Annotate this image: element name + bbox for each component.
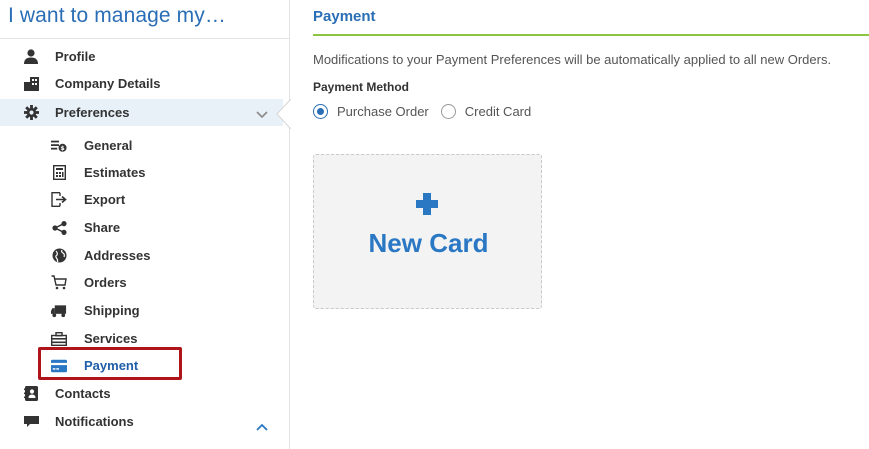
export-icon bbox=[51, 192, 67, 208]
address-book-icon bbox=[23, 386, 39, 402]
share-icon bbox=[51, 220, 67, 236]
sidebar-item-addresses[interactable]: Addresses bbox=[0, 242, 290, 269]
radio-purchase-order[interactable] bbox=[313, 104, 328, 119]
sidebar-item-label: Contacts bbox=[55, 386, 111, 401]
sidebar-item-label: Export bbox=[84, 192, 126, 207]
sidebar-divider bbox=[0, 38, 290, 39]
plus-icon bbox=[416, 193, 438, 215]
globe-icon bbox=[51, 248, 67, 264]
payment-method-label: Payment Method bbox=[313, 80, 410, 94]
sidebar-item-preferences[interactable]: Preferences bbox=[0, 99, 283, 126]
sidebar: I want to manage my… Profile Company Det… bbox=[0, 0, 291, 449]
sidebar-item-label: Services bbox=[84, 331, 138, 346]
chevron-down-icon[interactable] bbox=[256, 107, 268, 122]
sidebar-item-label: Notifications bbox=[55, 414, 134, 429]
cart-icon bbox=[51, 275, 67, 291]
sidebar-item-export[interactable]: Export bbox=[0, 186, 290, 213]
radio-label-purchase-order[interactable]: Purchase Order bbox=[337, 104, 429, 119]
sidebar-item-label: Shipping bbox=[84, 303, 140, 318]
sidebar-item-label: Profile bbox=[55, 49, 96, 64]
active-pointer-notch bbox=[276, 99, 291, 129]
main-content: Payment Modifications to your Payment Pr… bbox=[313, 0, 869, 449]
sidebar-item-estimates[interactable]: Estimates bbox=[0, 159, 290, 186]
comment-icon bbox=[23, 414, 39, 430]
sidebar-item-label: Addresses bbox=[84, 248, 151, 263]
info-text: Modifications to your Payment Preference… bbox=[313, 52, 832, 67]
sidebar-item-label: Estimates bbox=[84, 165, 146, 180]
user-icon bbox=[23, 49, 39, 65]
radio-label-credit-card[interactable]: Credit Card bbox=[465, 104, 531, 119]
chevron-up-icon[interactable] bbox=[256, 419, 268, 434]
sidebar-item-label: Orders bbox=[84, 275, 127, 290]
sidebar-item-label: Share bbox=[84, 220, 121, 235]
radio-credit-card[interactable] bbox=[440, 104, 456, 119]
building-icon bbox=[23, 76, 39, 92]
sidebar-item-notifications[interactable]: Notifications bbox=[0, 408, 290, 435]
sidebar-item-orders[interactable]: Orders bbox=[0, 269, 290, 296]
sidebar-item-general[interactable]: $ General bbox=[0, 132, 290, 159]
sidebar-item-contacts[interactable]: Contacts bbox=[0, 380, 290, 407]
svg-text:$: $ bbox=[60, 145, 64, 152]
new-card-label: New Card bbox=[368, 228, 489, 258]
sidebar-item-share[interactable]: Share bbox=[0, 214, 290, 241]
title-divider bbox=[313, 34, 869, 36]
services-icon bbox=[51, 331, 67, 347]
sidebar-heading: I want to manage my… bbox=[8, 4, 226, 27]
sidebar-item-label: Company Details bbox=[55, 76, 161, 91]
sidebar-item-label: Preferences bbox=[55, 105, 130, 120]
sidebar-item-label: General bbox=[84, 138, 133, 153]
sidebar-item-company-details[interactable]: Company Details bbox=[0, 70, 290, 97]
sidebar-item-profile[interactable]: Profile bbox=[0, 43, 290, 70]
general-settings-icon: $ bbox=[51, 138, 67, 154]
page-title: Payment bbox=[313, 8, 376, 25]
truck-icon bbox=[51, 303, 67, 319]
calculator-icon bbox=[51, 165, 67, 181]
new-card-button[interactable]: New Card bbox=[313, 154, 542, 309]
sidebar-item-shipping[interactable]: Shipping bbox=[0, 297, 290, 324]
gear-icon bbox=[23, 105, 39, 121]
selection-highlight bbox=[38, 347, 182, 380]
payment-method-options: Purchase Order Credit Card bbox=[313, 104, 543, 119]
